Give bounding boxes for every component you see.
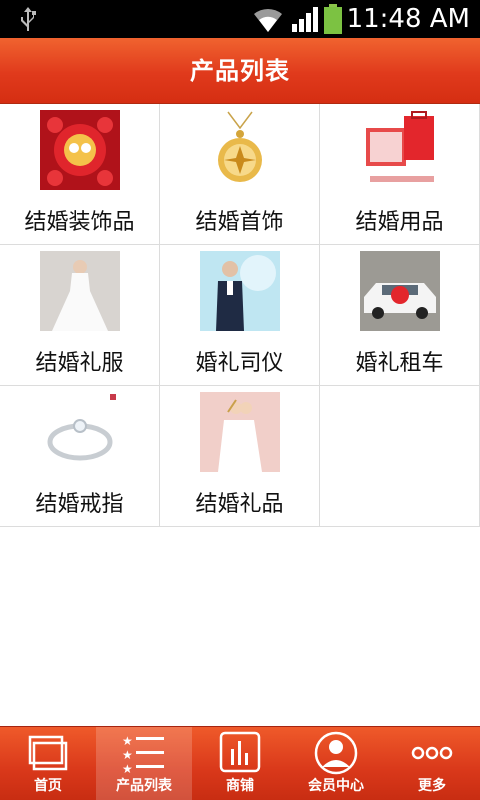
product-label: 结婚用品 (355, 210, 444, 235)
shop-icon (219, 731, 261, 773)
product-label: 结婚戒指 (35, 492, 124, 517)
product-item-gift[interactable]: 结婚礼品 (160, 386, 320, 526)
wedding-dress-thumbnail (40, 251, 120, 331)
status-clock: 11:48 AM (346, 4, 470, 34)
grid-row: 结婚礼服 婚礼司仪 婚礼租车 (0, 245, 480, 386)
status-bar: 11:48 AM (0, 0, 480, 38)
nav-more[interactable]: 更多 (384, 727, 480, 800)
grid-row: 结婚戒指 结婚礼品 (0, 386, 480, 527)
wedding-jewelry-thumbnail (200, 110, 280, 190)
bottom-nav: 首页 ★ ★ ★ 产品列表 商铺 会员中心 更多 (0, 726, 480, 800)
product-item-jewelry[interactable]: 结婚首饰 (160, 104, 320, 244)
signal-icon (292, 7, 318, 32)
page-title: 产品列表 (190, 57, 290, 85)
nav-member-center[interactable]: 会员中心 (288, 727, 384, 800)
wedding-decoration-thumbnail (40, 110, 120, 190)
product-label: 婚礼租车 (355, 351, 444, 376)
product-label: 婚礼司仪 (195, 351, 284, 376)
home-icon (28, 735, 68, 771)
nav-home[interactable]: 首页 (0, 727, 96, 800)
product-grid: 结婚装饰品 结婚首饰 结婚用品 结婚礼服 婚礼司仪 婚礼租车 结婚戒指 结婚礼品 (0, 104, 480, 527)
product-label: 结婚装饰品 (24, 210, 135, 235)
nav-label: 产品列表 (116, 778, 172, 794)
more-icon (411, 746, 453, 760)
svg-text:★: ★ (122, 734, 133, 748)
product-item-ring[interactable]: 结婚戒指 (0, 386, 160, 526)
svg-text:★: ★ (122, 762, 133, 775)
wedding-host-thumbnail (200, 251, 280, 331)
product-label: 结婚礼品 (195, 492, 284, 517)
user-icon (314, 731, 358, 775)
nav-label: 商铺 (226, 778, 254, 794)
usb-icon (21, 7, 36, 31)
wedding-car-thumbnail (360, 251, 440, 331)
wifi-icon (254, 8, 282, 32)
product-item-host[interactable]: 婚礼司仪 (160, 245, 320, 385)
wedding-gift-thumbnail (200, 392, 280, 472)
grid-row: 结婚装饰品 结婚首饰 结婚用品 (0, 104, 480, 245)
empty-cell (320, 386, 480, 526)
nav-product-list[interactable]: ★ ★ ★ 产品列表 (96, 727, 192, 800)
product-item-car[interactable]: 婚礼租车 (320, 245, 480, 385)
product-item-decoration[interactable]: 结婚装饰品 (0, 104, 160, 244)
product-item-dress[interactable]: 结婚礼服 (0, 245, 160, 385)
list-icon: ★ ★ ★ (122, 734, 164, 775)
header-bar: 产品列表 (0, 38, 480, 104)
nav-label: 首页 (34, 778, 62, 794)
battery-icon (324, 4, 342, 34)
nav-label: 会员中心 (308, 778, 364, 794)
nav-label: 更多 (418, 778, 446, 794)
product-label: 结婚礼服 (35, 351, 124, 376)
nav-shop[interactable]: 商铺 (192, 727, 288, 800)
product-label: 结婚首饰 (195, 210, 284, 235)
svg-text:★: ★ (122, 748, 133, 762)
wedding-supplies-thumbnail (360, 110, 440, 190)
wedding-ring-thumbnail (40, 392, 120, 472)
product-item-supplies[interactable]: 结婚用品 (320, 104, 480, 244)
